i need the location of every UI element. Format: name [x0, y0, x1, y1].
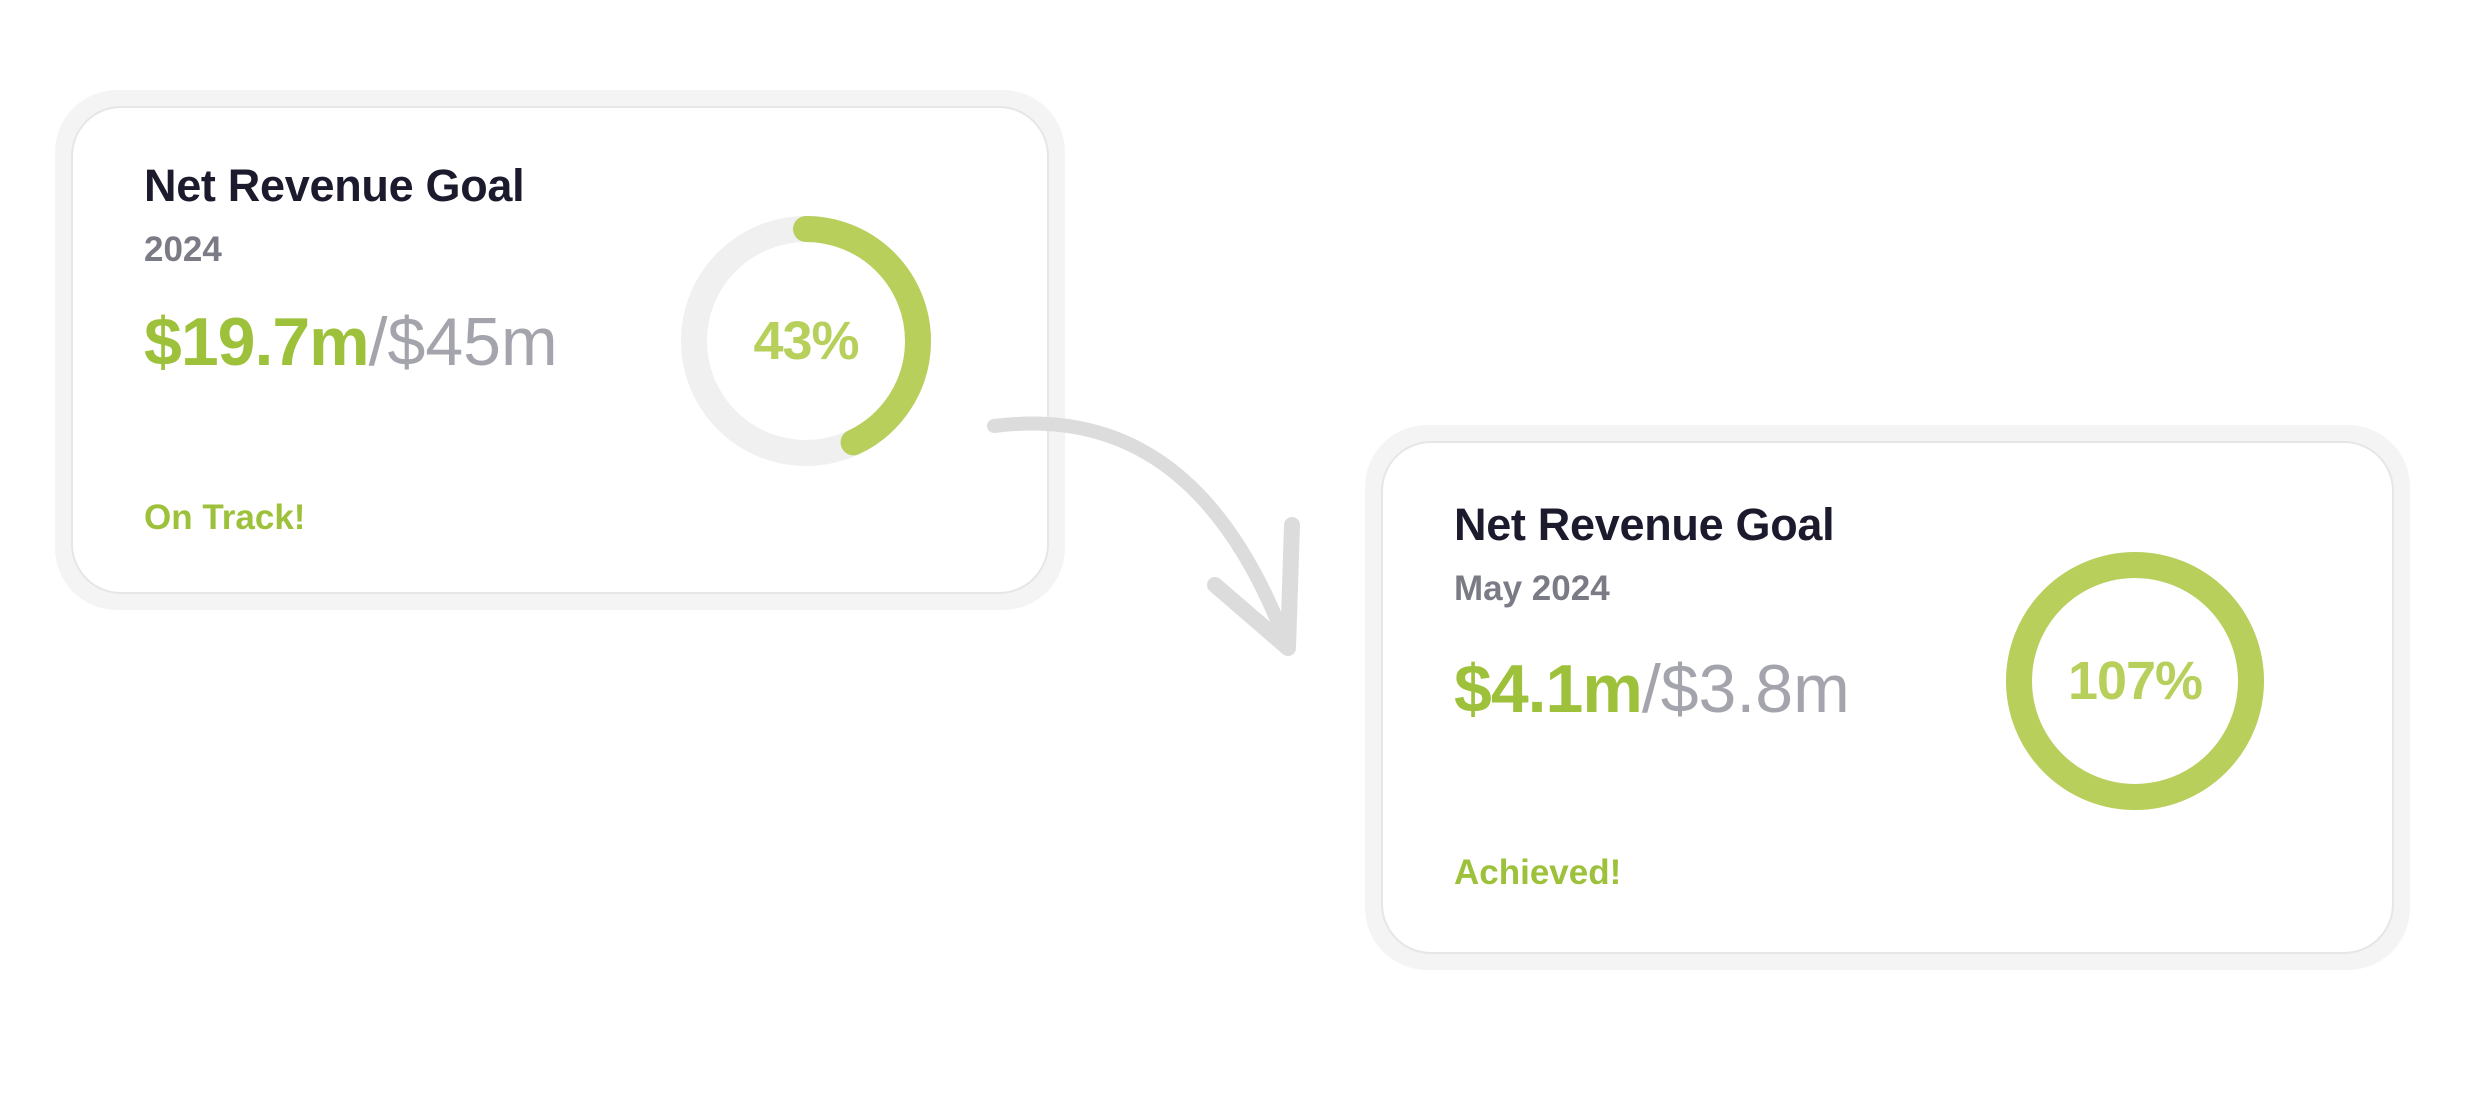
revenue-amount: $19.7m/$45m	[144, 308, 558, 376]
curved-arrow-icon	[987, 416, 1300, 656]
amount-separator: /	[368, 304, 388, 380]
card-period: May 2024	[1454, 569, 1610, 608]
progress-donut: 107%	[2005, 551, 2265, 811]
canvas: Net Revenue Goal 2024 $19.7m/$45m On Tra…	[0, 0, 2474, 1110]
card-period: 2024	[144, 230, 222, 269]
actual-amount: $4.1m	[1454, 651, 1643, 727]
status-text: On Track!	[144, 498, 306, 537]
target-amount: $3.8m	[1660, 651, 1850, 727]
progress-percent: 43%	[753, 311, 859, 371]
revenue-amount: $4.1m/$3.8m	[1454, 655, 1850, 723]
status-text: Achieved!	[1454, 853, 1622, 892]
progress-donut: 43%	[681, 216, 931, 466]
target-amount: $45m	[387, 304, 558, 380]
progress-percent: 107%	[2067, 651, 2203, 711]
goal-card-annual[interactable]: Net Revenue Goal 2024 $19.7m/$45m On Tra…	[71, 106, 1049, 594]
goal-card-monthly[interactable]: Net Revenue Goal May 2024 $4.1m/$3.8m Ac…	[1381, 441, 2394, 954]
goal-card-monthly-frame: Net Revenue Goal May 2024 $4.1m/$3.8m Ac…	[1365, 425, 2410, 970]
amount-separator: /	[1641, 651, 1661, 727]
goal-card-annual-frame: Net Revenue Goal 2024 $19.7m/$45m On Tra…	[55, 90, 1065, 610]
card-title: Net Revenue Goal	[144, 160, 525, 211]
actual-amount: $19.7m	[144, 304, 370, 380]
card-title: Net Revenue Goal	[1454, 499, 1835, 550]
